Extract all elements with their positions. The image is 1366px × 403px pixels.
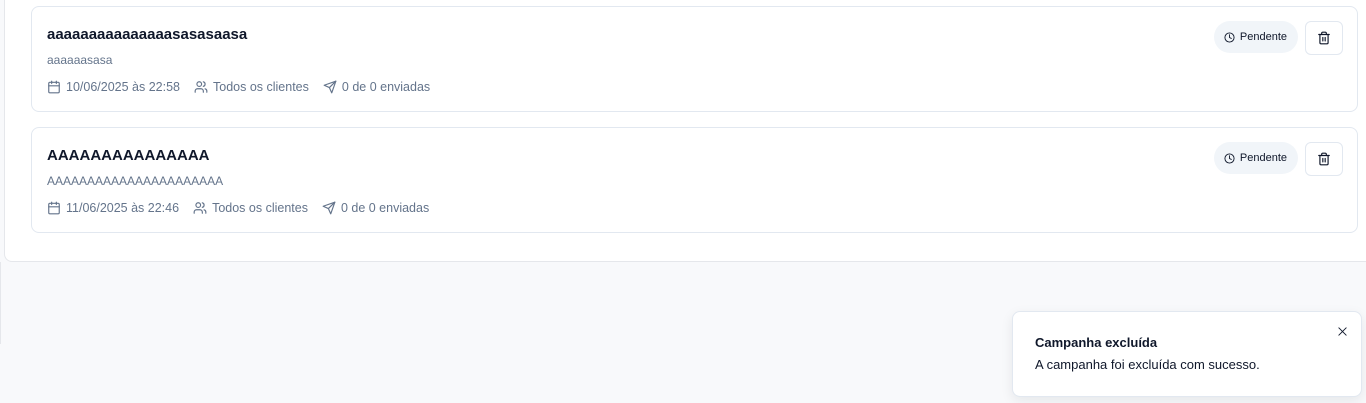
send-icon [323, 80, 337, 94]
toast-message: A campanha foi excluída com sucesso. [1035, 357, 1260, 372]
users-icon [194, 81, 208, 93]
campaign-description: AAAAAAAAAAAAAAAAAAAAAA [47, 174, 224, 188]
campaign-schedule: 10/06/2025 às 22:58 [47, 80, 180, 94]
sidebar-edge [0, 262, 1, 344]
campaign-title: aaaaaaaaaaaaaaasasasaasa [47, 26, 248, 43]
toast-title: Campanha excluída [1035, 335, 1158, 350]
campaign-card: AAAAAAAAAAAAAAA AAAAAAAAAAAAAAAAAAAAAA 1… [31, 127, 1358, 233]
campaign-sent: 0 de 0 enviadas [323, 80, 430, 94]
send-icon [322, 201, 336, 215]
campaign-audience: Todos os clientes [194, 80, 309, 94]
campaign-sent: 0 de 0 enviadas [322, 201, 429, 215]
calendar-icon [48, 201, 60, 215]
campaign-schedule-text: 10/06/2025 às 22:58 [66, 80, 180, 94]
clock-icon [1224, 31, 1235, 43]
campaign-audience: Todos os clientes [193, 201, 308, 215]
campaign-card: aaaaaaaaaaaaaaasasasaasa aaaaaasasa 10/0… [31, 6, 1358, 112]
campaign-meta: 11/06/2025 às 22:46 Todos os clientes 0 … [47, 201, 443, 215]
campaign-schedule-text: 11/06/2025 às 22:46 [66, 201, 180, 215]
trash-icon [1318, 152, 1330, 166]
trash-icon [1318, 31, 1330, 45]
campaign-audience-text: Todos os clientes [212, 201, 308, 215]
campaign-sent-text: 0 de 0 enviadas [341, 80, 431, 94]
calendar-icon [48, 80, 60, 94]
campaign-schedule: 11/06/2025 às 22:46 [47, 201, 179, 215]
status-badge: Pendente [1213, 21, 1298, 53]
campaign-title: AAAAAAAAAAAAAAA [47, 147, 210, 164]
delete-button[interactable] [1305, 142, 1343, 176]
clock-icon [1224, 152, 1235, 164]
close-icon [1337, 326, 1347, 336]
campaign-audience-text: Todos os clientes [213, 80, 309, 94]
status-label: Pendente [1239, 31, 1287, 43]
campaign-meta: 10/06/2025 às 22:58 Todos os clientes 0 … [47, 80, 444, 94]
status-badge: Pendente [1213, 142, 1298, 174]
toast-notification: Campanha excluída A campanha foi excluíd… [1012, 311, 1362, 397]
delete-button[interactable] [1305, 21, 1343, 55]
users-icon [193, 202, 207, 214]
campaign-list-panel: aaaaaaaaaaaaaaasasasaasa aaaaaasasa 10/0… [4, 0, 1366, 262]
campaign-description: aaaaaasasa [47, 53, 113, 67]
campaign-sent-text: 0 de 0 enviadas [340, 201, 430, 215]
status-label: Pendente [1239, 152, 1287, 164]
toast-close-button[interactable] [1335, 324, 1349, 338]
